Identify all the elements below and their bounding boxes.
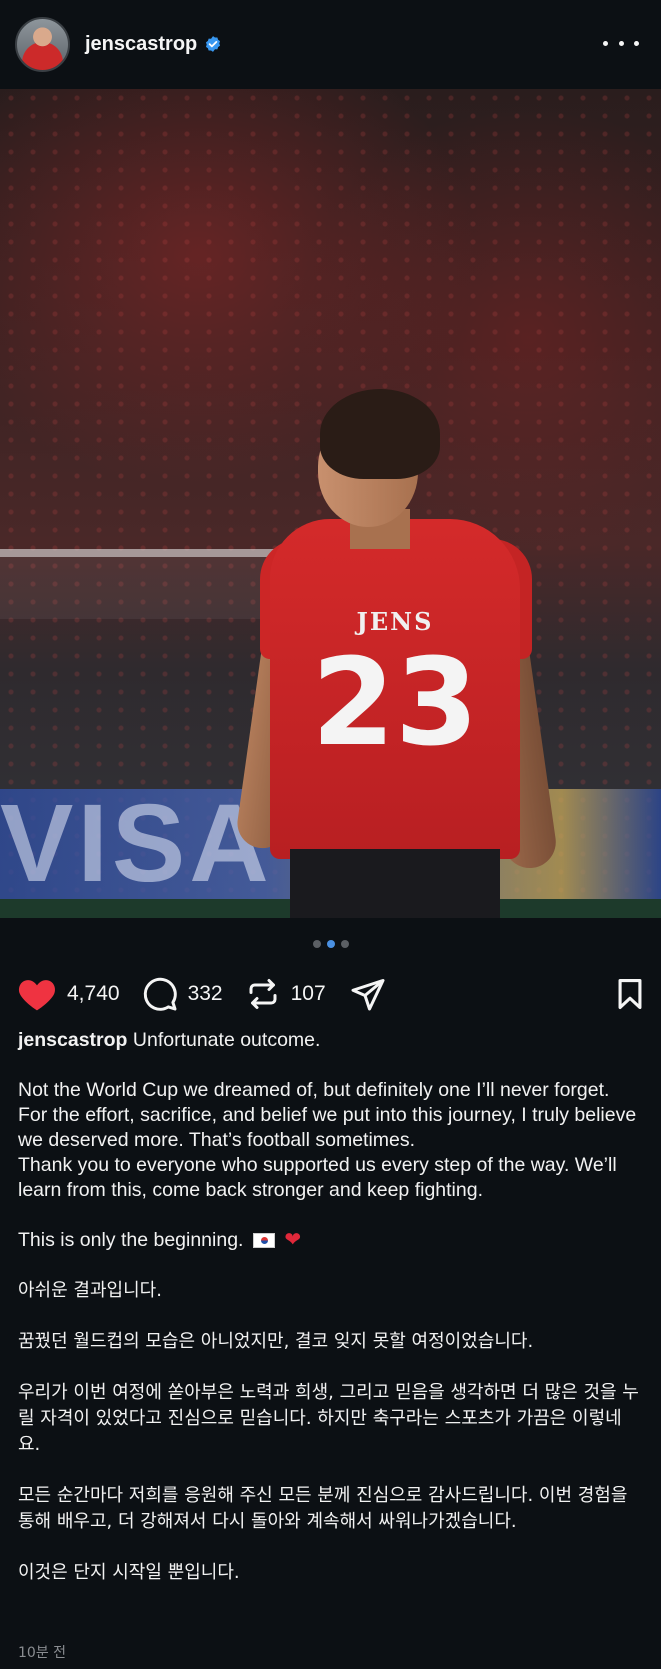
player-hair xyxy=(320,389,440,479)
red-heart-icon: ❤ xyxy=(284,1229,302,1251)
post-image[interactable]: VISA JENS 23 xyxy=(0,89,661,918)
comment-count: 332 xyxy=(187,982,223,1005)
more-options-icon[interactable] xyxy=(603,28,639,58)
caption-first-line: jenscastrop Unfortunate outcome. xyxy=(18,1028,643,1053)
caption-paragraph: This is only the beginning. ❤ xyxy=(18,1228,643,1253)
caption-korean: 아쉬운 결과입니다. xyxy=(18,1280,162,1301)
like-button[interactable]: 4,740 xyxy=(17,976,120,1012)
carousel-indicator xyxy=(0,940,661,948)
player-shorts xyxy=(290,849,500,918)
caption-text: Unfortunate outcome. xyxy=(132,1029,321,1051)
korea-flag-icon xyxy=(252,1233,275,1249)
action-bar: 4,740 332 107 xyxy=(17,972,647,1016)
jersey-name: JENS xyxy=(356,607,434,636)
carousel-dot xyxy=(312,940,321,948)
caption-text: Thank you to everyone who supported us e… xyxy=(18,1154,617,1201)
share-button[interactable] xyxy=(348,976,388,1012)
repost-count: 107 xyxy=(290,982,326,1005)
caption-korean: 이것은 단지 시작일 뿐입니다. xyxy=(18,1562,240,1583)
caption-text: This is only the beginning. xyxy=(18,1229,244,1251)
verified-badge-icon xyxy=(204,35,222,53)
caption-korean: 꿈꿨던 월드컵의 모습은 아니었지만, 결코 잊지 못할 여정이었습니다. xyxy=(18,1331,534,1352)
send-paper-plane-icon[interactable] xyxy=(348,976,388,1012)
caption-korean: 우리가 이번 여정에 쏟아부은 노력과 희생, 그리고 믿음을 생각하면 더 많… xyxy=(18,1382,639,1455)
username[interactable]: jenscastrop xyxy=(85,33,197,56)
avatar[interactable] xyxy=(15,16,70,72)
carousel-dot xyxy=(340,940,349,948)
bookmark-button[interactable] xyxy=(613,976,647,1017)
caption-korean: 모든 순간마다 저희를 응원해 주신 모든 분께 진심으로 감사드립니다. 이번… xyxy=(18,1485,628,1532)
post-header: jenscastrop xyxy=(0,0,661,88)
player-figure: JENS 23 xyxy=(234,389,580,918)
repost-button[interactable]: 107 xyxy=(245,976,326,1012)
advertising-board-text: VISA xyxy=(0,782,273,905)
repost-icon[interactable] xyxy=(245,976,281,1012)
caption-author[interactable]: jenscastrop xyxy=(18,1029,127,1051)
jersey-number: 23 xyxy=(311,634,479,773)
caption-text: Not the World Cup we dreamed of, but def… xyxy=(18,1079,610,1101)
bookmark-icon[interactable] xyxy=(613,978,647,1016)
comment-button[interactable]: 332 xyxy=(142,976,223,1012)
carousel-dot-active xyxy=(326,940,335,948)
heart-filled-icon[interactable] xyxy=(17,976,57,1012)
caption-text: For the effort, sacrifice, and belief we… xyxy=(18,1104,637,1151)
like-count: 4,740 xyxy=(67,982,120,1005)
comment-bubble-icon[interactable] xyxy=(142,976,178,1012)
post-caption: jenscastrop Unfortunate outcome. Not the… xyxy=(18,1028,643,1611)
caption-paragraph: Not the World Cup we dreamed of, but def… xyxy=(18,1078,643,1203)
post-timestamp: 10분 전 xyxy=(18,1645,67,1661)
